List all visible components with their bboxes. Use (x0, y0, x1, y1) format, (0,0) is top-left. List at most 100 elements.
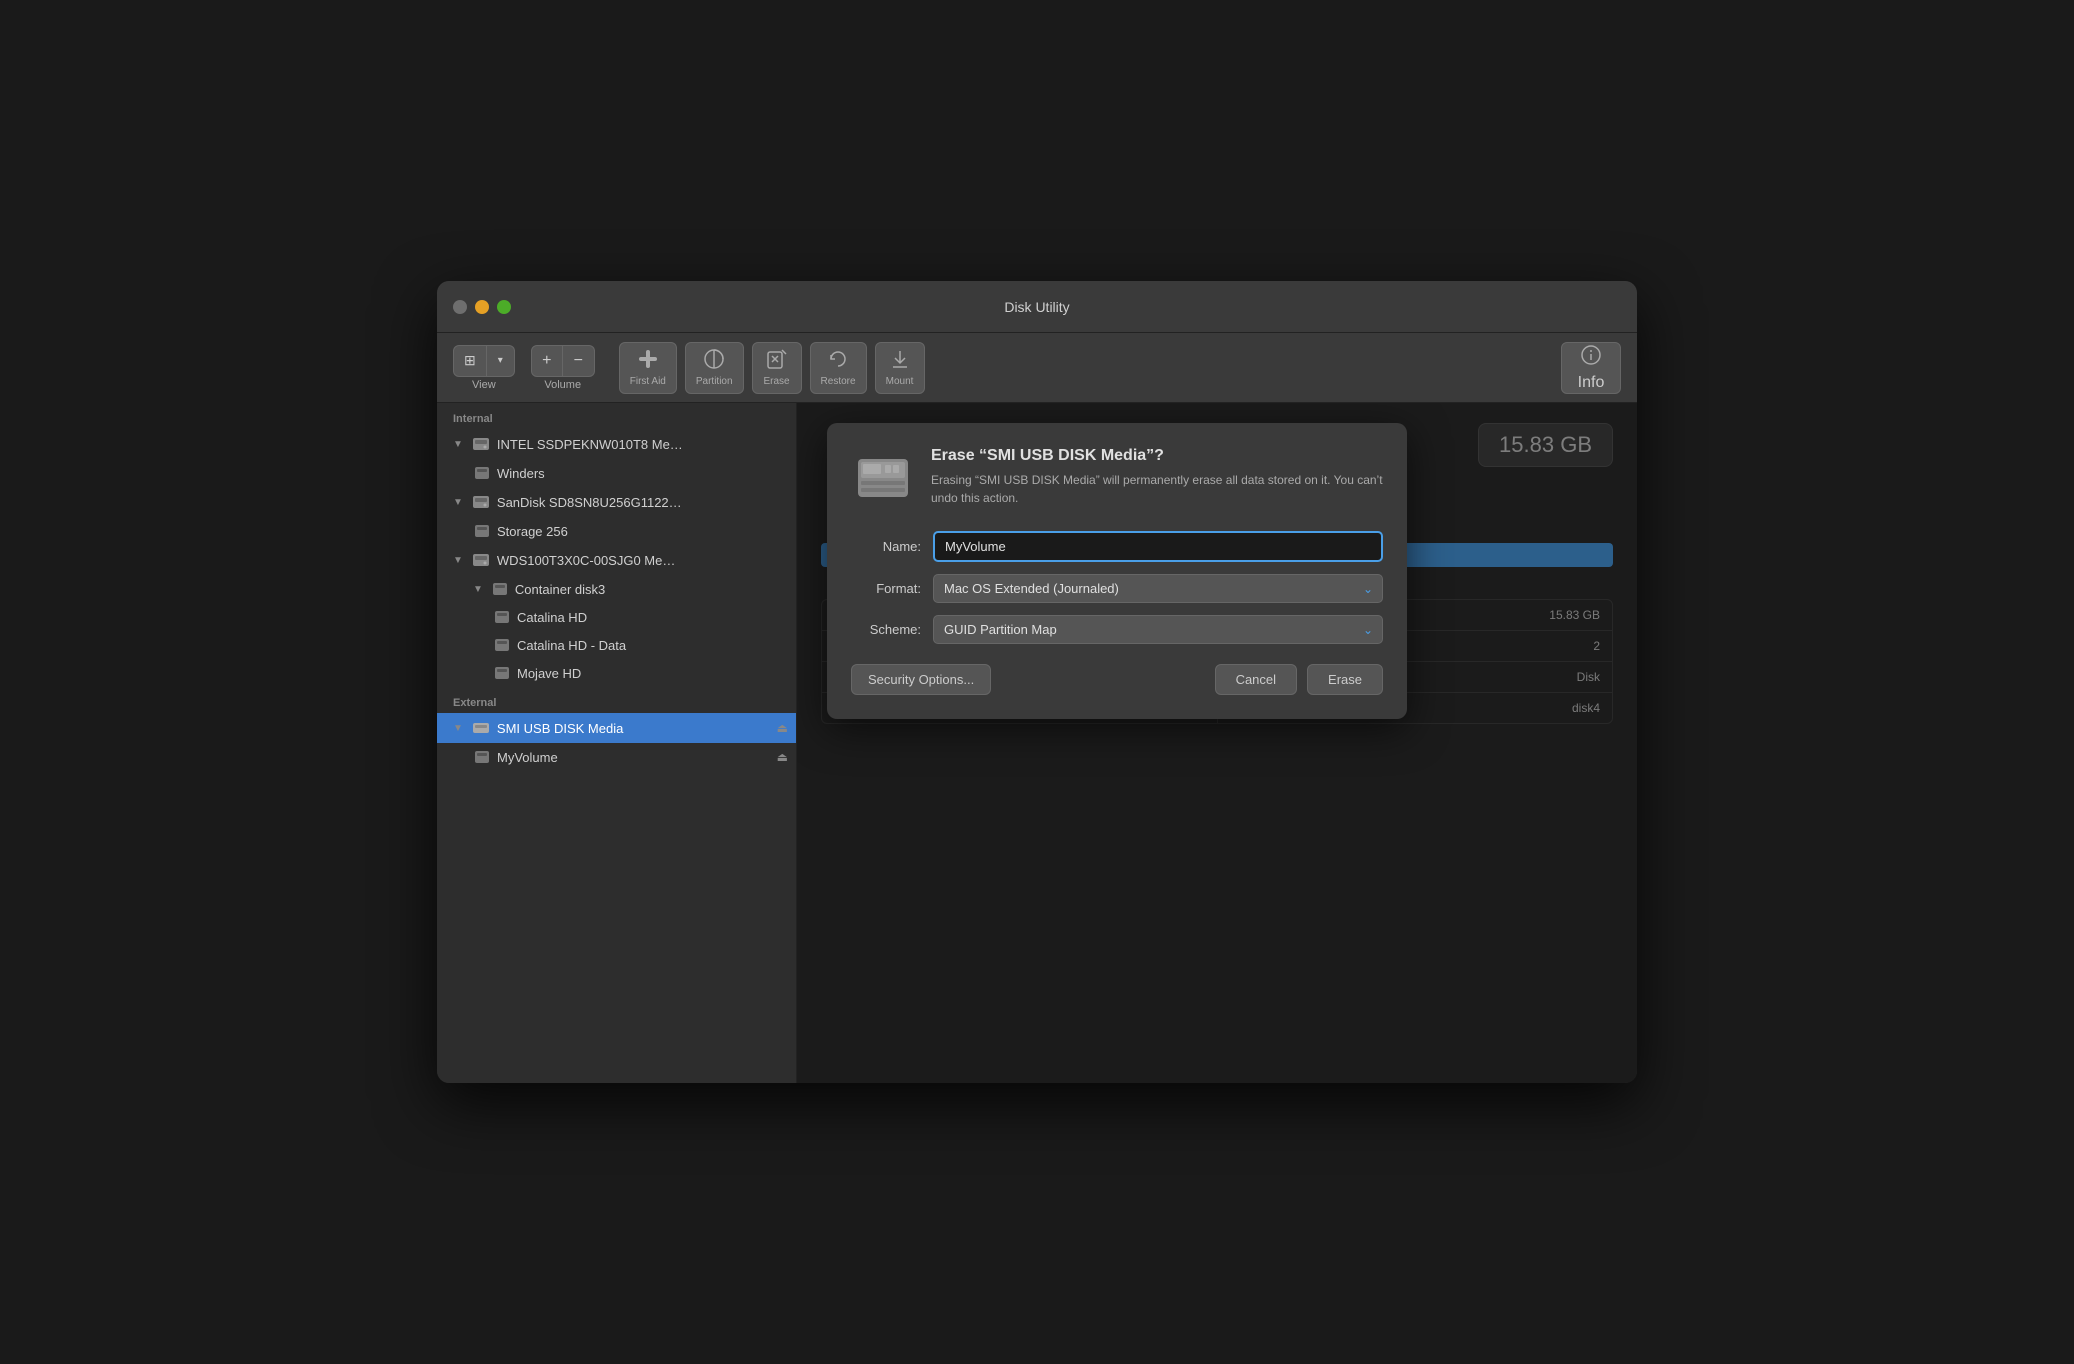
restore-button[interactable]: Restore (810, 342, 867, 394)
drive-icon (471, 492, 491, 512)
eject-icon[interactable]: ⏏ (777, 750, 788, 764)
volume-icon (493, 608, 511, 626)
titlebar: Disk Utility (437, 281, 1637, 333)
sidebar-item-intel-ssd[interactable]: ▼ INTEL SSDPEKNW010T8 Me… (437, 429, 796, 459)
sidebar-item-label: Catalina HD (517, 610, 587, 625)
remove-volume-button[interactable]: − (563, 345, 595, 377)
close-button[interactable] (453, 300, 467, 314)
sidebar-item-label: MyVolume (497, 750, 558, 765)
external-section-header: External (437, 687, 796, 713)
scheme-label: Scheme: (851, 622, 921, 637)
erase-button[interactable]: Erase (752, 342, 802, 394)
scheme-select[interactable]: GUID Partition Map (933, 615, 1383, 644)
drive-icon (471, 434, 491, 454)
main-window: Disk Utility ⊞ ▾ View + − Volume (437, 281, 1637, 1083)
volume-icon (493, 636, 511, 654)
main-area: 15.83 GB Location: External Capacity: (797, 403, 1637, 1083)
sidebar-item-wds100[interactable]: ▼ WDS100T3X0C-00SJG0 Me… (437, 545, 796, 575)
sidebar-item-smi-usb[interactable]: ▼ SMI USB DISK Media ⏏ (437, 713, 796, 743)
mount-label: Mount (886, 376, 914, 387)
cancel-button[interactable]: Cancel (1215, 664, 1297, 695)
restore-label: Restore (821, 376, 856, 387)
sidebar: Internal ▼ INTEL SSDPEKNW010T8 Me… (437, 403, 797, 1083)
chevron-down-icon: ▼ (453, 497, 463, 508)
first-aid-label: First Aid (630, 376, 666, 387)
volume-icon (473, 748, 491, 766)
erase-button[interactable]: Erase (1307, 664, 1383, 695)
erase-icon (766, 348, 788, 373)
modal-disk-icon (851, 447, 915, 511)
sidebar-item-catalina-hd-data[interactable]: Catalina HD - Data (437, 631, 796, 659)
chevron-down-icon: ▼ (473, 584, 483, 595)
sidebar-item-label: Container disk3 (515, 582, 605, 597)
eject-icon[interactable]: ⏏ (777, 721, 788, 735)
sidebar-item-label: Winders (497, 466, 545, 481)
modal-header: Erase “SMI USB DISK Media”? Erasing “SMI… (851, 447, 1383, 511)
format-select[interactable]: Mac OS Extended (Journaled) (933, 574, 1383, 603)
scheme-value: GUID Partition Map (944, 622, 1057, 637)
erase-dialog: Erase “SMI USB DISK Media”? Erasing “SMI… (827, 423, 1407, 719)
info-icon (1580, 344, 1602, 371)
modal-form: Name: Format: Mac OS Extended (Journaled… (851, 531, 1383, 644)
info-button[interactable]: Info (1561, 342, 1621, 394)
content-area: Internal ▼ INTEL SSDPEKNW010T8 Me… (437, 403, 1637, 1083)
traffic-lights (453, 300, 511, 314)
sidebar-item-label: INTEL SSDPEKNW010T8 Me… (497, 437, 683, 452)
button-group: Cancel Erase (1215, 664, 1383, 695)
drive-icon (471, 550, 491, 570)
name-label: Name: (851, 539, 921, 554)
volume-icon (493, 664, 511, 682)
window-title: Disk Utility (1004, 299, 1069, 315)
sidebar-item-label: SMI USB DISK Media (497, 721, 623, 736)
sidebar-item-winders[interactable]: Winders (437, 459, 796, 487)
modal-description: Erasing “SMI USB DISK Media” will perman… (931, 471, 1383, 507)
modal-title: Erase “SMI USB DISK Media”? (931, 447, 1383, 465)
format-row: Format: Mac OS Extended (Journaled) ⌄ (851, 574, 1383, 603)
view-label: View (472, 379, 496, 391)
info-label: Info (1578, 374, 1605, 392)
minimize-button[interactable] (475, 300, 489, 314)
sidebar-item-sandisk[interactable]: ▼ SanDisk SD8SN8U256G1122… (437, 487, 796, 517)
scheme-row: Scheme: GUID Partition Map ⌄ (851, 615, 1383, 644)
name-row: Name: (851, 531, 1383, 562)
sidebar-item-storage256[interactable]: Storage 256 (437, 517, 796, 545)
format-label: Format: (851, 581, 921, 596)
restore-icon (827, 348, 849, 373)
mount-button[interactable]: Mount (875, 342, 925, 394)
sidebar-item-label: Catalina HD - Data (517, 638, 626, 653)
add-volume-button[interactable]: + (531, 345, 563, 377)
toolbar: ⊞ ▾ View + − Volume First Aid (437, 333, 1637, 403)
sidebar-item-container-disk3[interactable]: ▼ Container disk3 (437, 575, 796, 603)
name-input[interactable] (933, 531, 1383, 562)
modal-buttons: Security Options... Cancel Erase (851, 664, 1383, 695)
sidebar-item-myvolume[interactable]: MyVolume ⏏ (437, 743, 796, 771)
usb-drive-icon (471, 718, 491, 738)
erase-label: Erase (763, 376, 789, 387)
format-select-wrapper: Mac OS Extended (Journaled) ⌄ (933, 574, 1383, 603)
volume-label: Volume (544, 379, 581, 391)
view-button[interactable]: ⊞ (453, 345, 487, 377)
partition-button[interactable]: Partition (685, 342, 744, 394)
format-value: Mac OS Extended (Journaled) (944, 581, 1119, 596)
sidebar-item-label: Storage 256 (497, 524, 568, 539)
chevron-down-icon: ▼ (453, 555, 463, 566)
volume-icon (473, 522, 491, 540)
view-dropdown-button[interactable]: ▾ (487, 345, 515, 377)
sidebar-item-label: WDS100T3X0C-00SJG0 Me… (497, 553, 675, 568)
internal-section-header: Internal (437, 403, 796, 429)
sidebar-item-catalina-hd[interactable]: Catalina HD (437, 603, 796, 631)
sidebar-icon: ⊞ (464, 352, 476, 369)
first-aid-icon (637, 348, 659, 373)
maximize-button[interactable] (497, 300, 511, 314)
partition-icon (703, 348, 725, 373)
sidebar-item-label: SanDisk SD8SN8U256G1122… (497, 495, 682, 510)
sidebar-item-mojave-hd[interactable]: Mojave HD (437, 659, 796, 687)
security-options-button[interactable]: Security Options... (851, 664, 991, 695)
volume-icon (473, 464, 491, 482)
container-icon (491, 580, 509, 598)
mount-icon (889, 348, 911, 373)
sidebar-item-label: Mojave HD (517, 666, 581, 681)
first-aid-button[interactable]: First Aid (619, 342, 677, 394)
modal-overlay: Erase “SMI USB DISK Media”? Erasing “SMI… (797, 403, 1637, 1083)
modal-title-area: Erase “SMI USB DISK Media”? Erasing “SMI… (931, 447, 1383, 507)
